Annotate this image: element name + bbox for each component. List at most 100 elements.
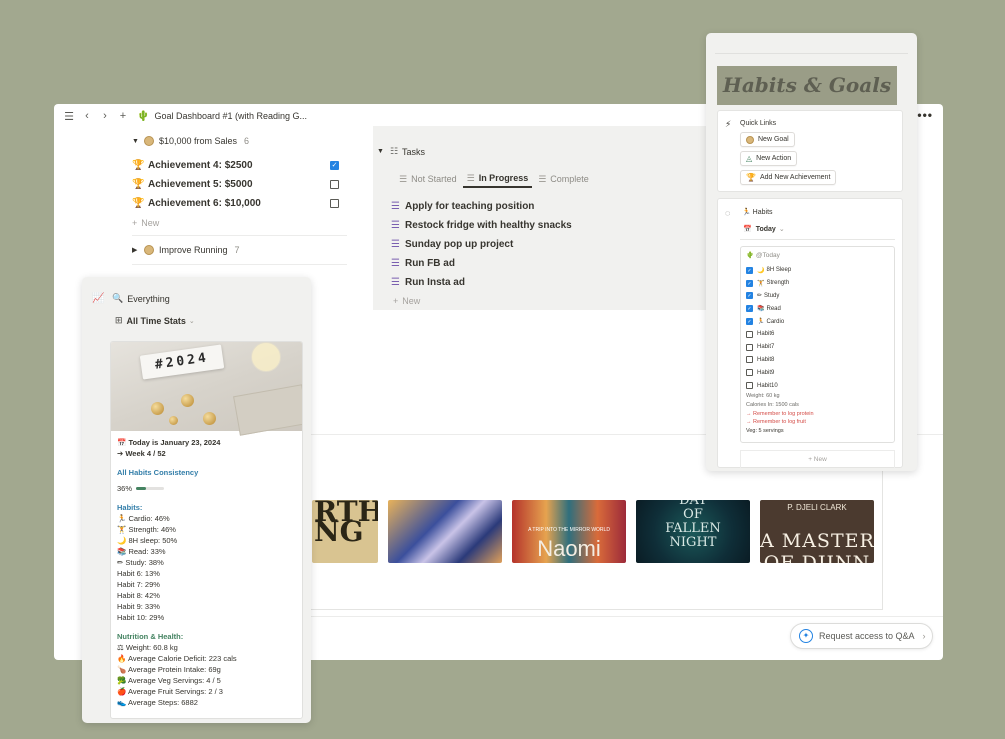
trophy-icon: 🏆 xyxy=(746,173,756,182)
checklist-icon: ☷ xyxy=(389,146,399,156)
nutrition-stat-label: Average Calorie Deficit: 223 cals xyxy=(128,654,237,663)
habit-row[interactable]: Habit7 xyxy=(746,341,889,354)
habit-checkbox[interactable] xyxy=(746,343,753,351)
book-cover[interactable]: RTH NG xyxy=(312,500,378,563)
achievement-row[interactable]: 🏆 Achievement 4: $2500 ✓ xyxy=(132,156,347,175)
goals-list: ▼ $10,000 from Sales 6 🏆 Achievement 4: … xyxy=(132,132,347,265)
goal-group-sales[interactable]: ▼ $10,000 from Sales 6 xyxy=(132,132,347,150)
tab-in-progress[interactable]: ☰ In Progress xyxy=(462,170,533,188)
more-options-icon[interactable]: ••• xyxy=(917,108,933,122)
task-list-icon: ☰ xyxy=(391,258,400,269)
expand-triangle-icon[interactable]: ▼ xyxy=(132,138,144,145)
new-label: New xyxy=(141,218,160,228)
achievement-row[interactable]: 🏆 Achievement 6: $10,000 xyxy=(132,194,347,213)
menu-icon[interactable]: ☰ xyxy=(61,110,77,123)
view-selector[interactable]: 🔍 Everything xyxy=(112,293,170,304)
achievement-checkbox[interactable] xyxy=(330,199,339,208)
tab-complete[interactable]: ☰ Complete xyxy=(534,170,593,188)
habit-row[interactable]: ✓ ✏ Study xyxy=(746,290,889,303)
habit-row[interactable]: Habit6 xyxy=(746,328,889,341)
stats-panel: 📈 🔍 Everything ⊞ All Time Stats ⌄ #2024 … xyxy=(82,277,311,723)
habit-checkbox[interactable]: ✓ xyxy=(746,292,753,300)
nutrition-stat-icon: ⚖ xyxy=(117,643,126,652)
back-arrow-icon[interactable]: ‹ xyxy=(79,110,95,122)
habit-checkbox[interactable] xyxy=(746,330,753,338)
collapsed-triangle-icon[interactable]: ▶ xyxy=(132,246,144,254)
lightning-icon: ⚡ xyxy=(725,119,732,129)
new-achievement-button[interactable]: + New xyxy=(132,213,347,233)
book-cover[interactable]: A TRIP INTO THE MIRROR WORLD Naomi xyxy=(512,500,626,563)
nutrition-stat-icon: 🍎 xyxy=(117,687,129,696)
task-item[interactable]: ☰ Run FB ad xyxy=(391,254,572,273)
nutrition-stat: ⚖ Weight: 60.8 kg xyxy=(117,642,296,653)
ornament-image xyxy=(203,412,216,425)
habit-stat: Habit 10: 29% xyxy=(117,612,296,623)
request-access-button[interactable]: ✦ Request access to Q&A › xyxy=(790,623,933,649)
filter-label: Today xyxy=(755,225,776,233)
habit-stat-label: Habit 10: 29% xyxy=(117,613,165,622)
habit-checkbox[interactable]: ✓ xyxy=(746,318,753,326)
habit-checkbox[interactable] xyxy=(746,356,753,364)
habit-row[interactable]: Habit10 xyxy=(746,379,889,392)
habit-stat: ✏ Study: 38% xyxy=(117,557,296,568)
task-item[interactable]: ☰ Restock fridge with healthy snacks xyxy=(391,216,572,235)
subview-label: All Time Stats xyxy=(126,315,186,326)
habit-label: Habit6 xyxy=(757,331,775,338)
add-achievement-button[interactable]: 🏆 Add New Achievement xyxy=(740,170,837,185)
habit-row[interactable]: ✓ 🌙 8H Sleep xyxy=(746,264,889,277)
divider xyxy=(132,264,347,265)
coin-icon xyxy=(746,135,754,144)
task-item[interactable]: ☰ Apply for teaching position xyxy=(391,197,572,216)
divider xyxy=(308,616,943,617)
habit-stat: Habit 9: 33% xyxy=(117,601,296,612)
tab-not-started[interactable]: ☰ Not Started xyxy=(395,170,461,188)
card-cover-image: #2024 xyxy=(111,342,302,436)
habit-row[interactable]: ✓ 📚 Read xyxy=(746,302,889,315)
habit-card[interactable]: 🌵 @Today ✓ 🌙 8H Sleep ✓ 🏋 Strength ✓ ✏ Study ✓ 📚 Re… xyxy=(740,246,895,443)
task-item[interactable]: ☰ Run Insta ad xyxy=(391,273,572,292)
new-task-button[interactable]: + New xyxy=(393,296,420,306)
nutrition-stat: 🍗 Average Protein Intake: 69g xyxy=(117,664,296,675)
new-goal-button[interactable]: New Goal xyxy=(740,132,795,147)
habit-checkbox[interactable]: ✓ xyxy=(746,279,753,287)
habit-checkbox[interactable]: ✓ xyxy=(746,305,753,313)
week-line: ➔ Week 4 / 52 xyxy=(117,449,166,458)
tasks-title: Tasks xyxy=(402,146,426,157)
button-label: Add New Achievement xyxy=(759,174,831,181)
page-title[interactable]: Goal Dashboard #1 (with Reading G... xyxy=(154,111,307,121)
achievement-checkbox[interactable]: ✓ xyxy=(330,161,339,170)
task-label: Sunday pop up project xyxy=(404,239,514,250)
book-cover[interactable]: P. DJELI CLARK A MASTER OF DJINN xyxy=(760,500,874,563)
consistency-bar xyxy=(136,487,165,490)
glass-image xyxy=(251,342,281,372)
new-habit-button[interactable]: + New xyxy=(740,450,895,468)
goal-group-running[interactable]: ▶ Improve Running 7 xyxy=(132,241,347,259)
nutrition-stat-icon: 🍗 xyxy=(117,665,129,674)
habit-label: Habit7 xyxy=(757,344,775,351)
habit-row[interactable]: Habit8 xyxy=(746,354,889,367)
quick-links-box: ⚡ Quick Links New Goal ◬ New Action 🏆 Ad… xyxy=(717,110,903,192)
forward-arrow-icon[interactable]: › xyxy=(97,110,113,122)
habit-row[interactable]: ✓ 🏃 Cardio xyxy=(746,315,889,328)
habit-row[interactable]: Habit9 xyxy=(746,366,889,379)
habit-checkbox[interactable] xyxy=(746,369,753,377)
list-icon: ☰ xyxy=(466,172,475,183)
achievement-checkbox[interactable] xyxy=(330,180,339,189)
habit-icon: 📚 xyxy=(757,306,765,313)
habit-checkbox[interactable]: ✓ xyxy=(746,266,753,274)
habits-box: ◌ 🏃 Habits 📅 Today ⌄ 🌵 @Today ✓ 🌙 8H Sleep… xyxy=(717,198,903,468)
habit-row[interactable]: ✓ 🏋 Strength xyxy=(746,277,889,290)
new-action-button[interactable]: ◬ New Action xyxy=(740,151,798,166)
book-cover[interactable] xyxy=(388,500,502,563)
subview-selector[interactable]: ⊞ All Time Stats ⌄ xyxy=(115,315,195,326)
stats-card[interactable]: #2024 📅 Today is January 23, 2024 ➔ Week… xyxy=(110,341,303,719)
expand-triangle-icon[interactable]: ▼ xyxy=(377,148,384,155)
add-icon[interactable]: + xyxy=(115,110,131,122)
task-item[interactable]: ☰ Sunday pop up project xyxy=(391,235,572,254)
book-cover[interactable]: DAY OF FALLEN NIGHT xyxy=(636,500,750,563)
achievement-row[interactable]: 🏆 Achievement 5: $5000 xyxy=(132,175,347,194)
coin-icon xyxy=(144,245,154,255)
tasks-header[interactable]: ▼ ☷ Tasks xyxy=(377,146,425,157)
habit-checkbox[interactable] xyxy=(746,382,753,390)
habits-filter[interactable]: 📅 Today ⌄ xyxy=(743,225,785,234)
